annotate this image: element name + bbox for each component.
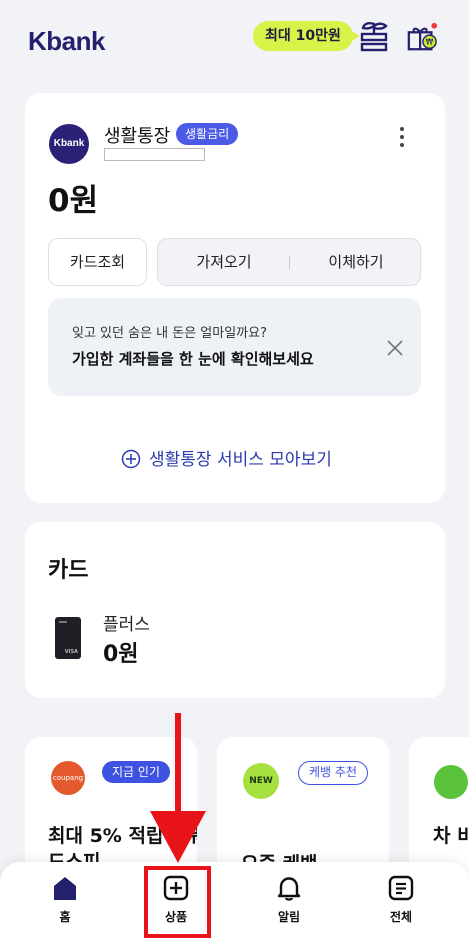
promo-title: 차 비 대출: [433, 825, 469, 847]
plus-circle-icon: [121, 449, 141, 469]
svg-text:₩: ₩: [426, 38, 434, 47]
action-button-group: 가져오기 이체하기: [157, 238, 421, 286]
gift-icon[interactable]: ₩: [406, 20, 438, 54]
bottom-nav: 홈 상품 알림 전체: [0, 862, 469, 942]
nav-notifications[interactable]: 알림: [249, 862, 329, 942]
card-lookup-button[interactable]: 카드조회: [48, 238, 147, 286]
services-link-label: 생활통장 서비스 모아보기: [149, 450, 332, 470]
notice-subtext: 잊고 있던 숨은 내 돈은 얼마일까요?: [72, 326, 268, 341]
cards-title: 카드: [48, 558, 89, 583]
account-balance: 0원: [48, 183, 99, 219]
nav-all-label: 전체: [389, 910, 413, 924]
rate-tag[interactable]: 생활금리: [176, 123, 239, 145]
new-badge-icon: NEW: [243, 763, 279, 799]
hidden-money-notice[interactable]: 잊고 있던 숨은 내 돈은 얼마일까요? 가입한 계좌들을 한 눈에 확인해보세…: [48, 298, 421, 396]
home-icon: [54, 877, 76, 900]
app-header: Kbank 최대 10만원 ₩: [0, 0, 469, 82]
nav-notifications-label: 알림: [277, 910, 301, 924]
promo-badge[interactable]: 최대 10만원: [253, 21, 360, 51]
account-number-redacted: [104, 148, 205, 161]
services-link[interactable]: 생활통장 서비스 모아보기: [121, 445, 332, 470]
card-amount: 0원: [103, 642, 139, 667]
card-name[interactable]: 플러스: [103, 610, 150, 635]
coupang-logo-icon: coupang: [51, 761, 85, 795]
more-options-icon[interactable]: [393, 123, 411, 153]
nav-all[interactable]: 전체: [361, 862, 441, 942]
annotation-arrow: [150, 713, 206, 863]
menu-icon: [388, 875, 414, 901]
annotation-highlight-box: [144, 866, 211, 938]
kbank-logo: Kbank: [28, 26, 105, 56]
plant-icon[interactable]: [358, 20, 390, 54]
notice-main-text: 가입한 계좌들을 한 눈에 확인해보세요: [72, 350, 314, 368]
nav-home[interactable]: 홈: [25, 862, 105, 942]
nav-home-label: 홈: [59, 910, 71, 924]
bell-icon: [277, 877, 301, 901]
transfer-button[interactable]: 이체하기: [290, 239, 422, 285]
recommend-tag: 케뱅 추천: [298, 761, 368, 785]
cards-section: 카드 VISA 플러스 0원: [25, 522, 445, 698]
close-icon[interactable]: [385, 338, 405, 358]
account-card: Kbank 생활통장 생활금리 0원 카드조회 가져오기 이체하기 잊고 있던 …: [25, 93, 445, 503]
refresh-icon: [434, 765, 468, 799]
account-name[interactable]: 생활통장: [104, 122, 170, 148]
fetch-button[interactable]: 가져오기: [158, 239, 290, 285]
credit-card-image[interactable]: VISA: [55, 617, 81, 659]
kbank-account-badge: Kbank: [49, 124, 89, 164]
